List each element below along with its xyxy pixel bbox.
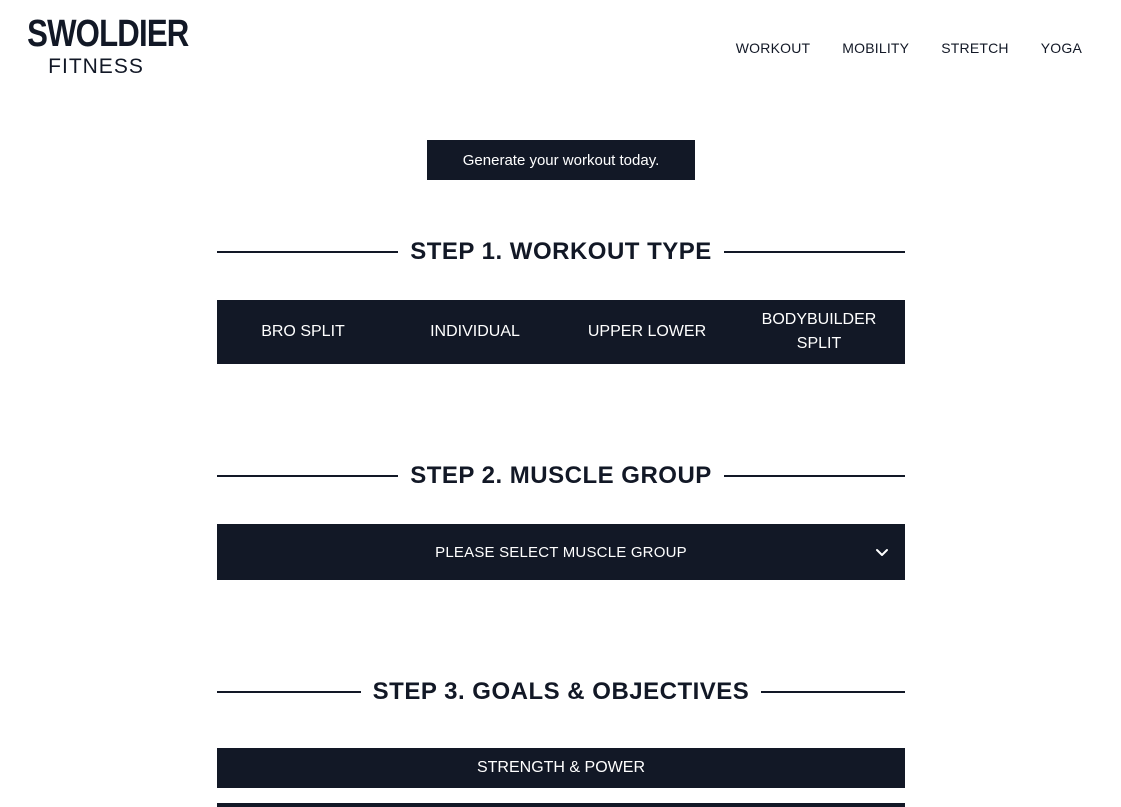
step1-title: STEP 1. WORKOUT TYPE bbox=[410, 238, 712, 265]
site-logo[interactable]: SWOLDIER FITNESS bbox=[12, 13, 189, 79]
goal-strength-power[interactable]: STRENGTH & POWER bbox=[217, 748, 905, 788]
step3-title: STEP 3. GOALS & OBJECTIVES bbox=[372, 678, 750, 705]
main-nav: WORKOUT MOBILITY STRETCH YOGA bbox=[736, 40, 1082, 56]
step3-heading: STEP 3. GOALS & OBJECTIVES bbox=[217, 677, 905, 707]
nav-link-yoga[interactable]: YOGA bbox=[1041, 40, 1082, 56]
divider-line-right bbox=[723, 475, 906, 477]
generate-workout-banner: Generate your workout today. bbox=[427, 140, 695, 180]
divider-line-left bbox=[217, 691, 361, 693]
step2-heading: STEP 2. MUSCLE GROUP bbox=[217, 461, 906, 491]
nav-link-mobility[interactable]: MOBILITY bbox=[842, 40, 909, 56]
nav-link-stretch[interactable]: STRETCH bbox=[941, 40, 1009, 56]
workout-type-upper-lower[interactable]: UPPER LOWER bbox=[561, 300, 733, 364]
nav-link-workout[interactable]: WORKOUT bbox=[736, 40, 811, 56]
workout-type-bodybuilder-split[interactable]: BODYBUILDER SPLIT bbox=[733, 300, 905, 364]
step1-heading: STEP 1. WORKOUT TYPE bbox=[217, 237, 906, 267]
workout-type-selector: BRO SPLIT INDIVIDUAL UPPER LOWER BODYBUI… bbox=[217, 300, 905, 364]
muscle-group-select-value: PLEASE SELECT MUSCLE GROUP bbox=[435, 543, 687, 561]
step2-title: STEP 2. MUSCLE GROUP bbox=[410, 462, 712, 489]
divider-line-right bbox=[761, 691, 905, 693]
divider-line-left bbox=[217, 475, 399, 477]
divider-line-left bbox=[217, 251, 399, 253]
goal-option-next-partial[interactable] bbox=[217, 803, 905, 807]
logo-wordmark: SWOLDIER bbox=[27, 13, 189, 55]
workout-type-individual[interactable]: INDIVIDUAL bbox=[389, 300, 561, 364]
divider-line-right bbox=[723, 251, 906, 253]
page: SWOLDIER FITNESS WORKOUT MOBILITY STRETC… bbox=[0, 0, 1121, 807]
muscle-group-select[interactable]: PLEASE SELECT MUSCLE GROUP bbox=[217, 524, 905, 580]
chevron-down-icon bbox=[876, 549, 888, 556]
logo-subtitle: FITNESS bbox=[48, 55, 144, 78]
workout-type-bro-split[interactable]: BRO SPLIT bbox=[217, 300, 389, 364]
